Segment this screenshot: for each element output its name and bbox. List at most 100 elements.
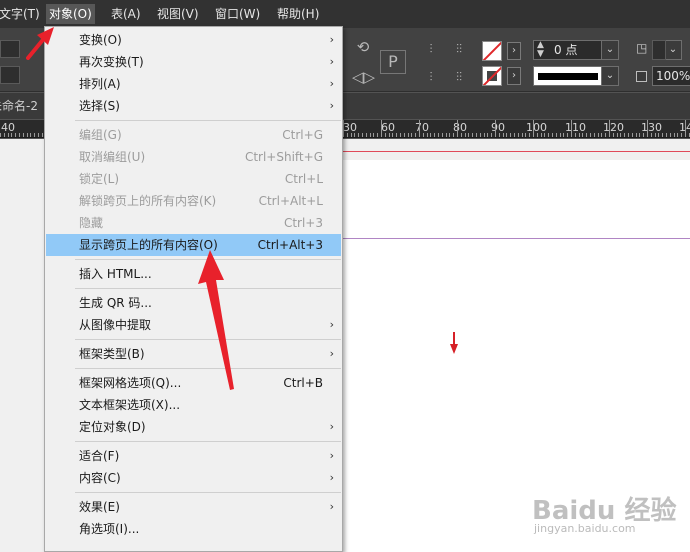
ruler-tick: [624, 133, 625, 137]
ruler-tick: [639, 133, 640, 137]
position-field[interactable]: [0, 66, 20, 84]
ruler-tick: [484, 133, 485, 137]
ruler-tick: [423, 133, 424, 137]
corner-options-icon[interactable]: ◳: [636, 42, 647, 54]
menu-separator: [75, 120, 341, 121]
menu-item[interactable]: 内容(C) ›: [46, 467, 341, 489]
ruler-tick: [518, 133, 519, 137]
align-top-icon[interactable]: ⫶: [420, 40, 442, 58]
auto-fit-checkbox[interactable]: [636, 71, 647, 82]
ruler-tick: [38, 133, 39, 137]
ruler-tick: [23, 133, 24, 137]
stepper-icon[interactable]: ▲ ▼: [537, 41, 544, 59]
ruler-tick: [582, 133, 583, 137]
zoom-field[interactable]: 100%: [652, 66, 690, 86]
ruler-tick: [0, 133, 1, 137]
ruler-tick: [579, 133, 580, 137]
ruler-tick: [571, 120, 572, 137]
menu-item[interactable]: 锁定(L) Ctrl+L: [46, 168, 341, 190]
menu-window[interactable]: 窗口(W): [212, 4, 263, 24]
menu-item-shortcut: Ctrl+3: [283, 216, 323, 230]
menu-item-label: 适合(F): [79, 449, 120, 463]
menu-item[interactable]: 排列(A) ›: [46, 73, 341, 95]
menu-item[interactable]: 隐藏 Ctrl+3: [46, 212, 341, 234]
chevron-right-icon: ›: [329, 500, 334, 513]
ruler-tick: [495, 120, 496, 137]
menu-item-label: 定位对象(D): [79, 420, 146, 434]
stroke-dropdown-icon[interactable]: ›: [507, 42, 521, 60]
text-wrap-icon[interactable]: P: [380, 50, 406, 74]
menu-table[interactable]: 表(A): [108, 4, 144, 24]
ruler-tick: [658, 133, 659, 137]
annotation-arrow-icon: [26, 27, 54, 60]
ruler-tick: [560, 133, 561, 137]
menu-item[interactable]: 解锁跨页上的所有内容(K) Ctrl+Alt+L: [46, 190, 341, 212]
ruler-tick: [548, 133, 549, 137]
ruler-tick: [354, 133, 355, 137]
menu-item[interactable]: 取消编组(U) Ctrl+Shift+G: [46, 146, 341, 168]
menu-item[interactable]: 定位对象(D) ›: [46, 416, 341, 438]
chevron-right-icon: ›: [329, 33, 334, 46]
ruler-tick: [434, 133, 435, 137]
ruler-tick: [4, 133, 5, 137]
ruler-tick: [461, 133, 462, 137]
align-middle-icon[interactable]: ⫶: [420, 68, 442, 86]
fill-dropdown-icon[interactable]: ›: [507, 67, 521, 85]
corner-size-field[interactable]: [652, 40, 666, 60]
ruler-tick: [404, 133, 405, 137]
distribute-icon[interactable]: ⫶⫶: [448, 40, 470, 58]
chevron-right-icon: ›: [329, 318, 334, 331]
ruler-tick: [522, 133, 523, 137]
stroke-swatch-icon[interactable]: [482, 41, 502, 61]
chevron-right-icon: ›: [329, 471, 334, 484]
menu-item[interactable]: 适合(F) ›: [46, 445, 341, 467]
ruler-tick: [674, 133, 675, 137]
menu-help[interactable]: 帮助(H): [274, 4, 322, 24]
menu-item[interactable]: 编组(G) Ctrl+G: [46, 124, 341, 146]
chevron-right-icon: ›: [329, 99, 334, 112]
reference-point-field[interactable]: [0, 40, 20, 58]
ruler-tick: [499, 133, 500, 137]
menu-view[interactable]: 视图(V): [154, 4, 202, 24]
ruler-tick: [525, 133, 526, 137]
menu-item-label: 隐藏: [79, 216, 104, 230]
menu-item[interactable]: 再次变换(T) ›: [46, 51, 341, 73]
document-tab[interactable]: 未命名-2: [0, 93, 38, 119]
ruler-tick: [598, 133, 599, 137]
ruler-tick: [586, 133, 587, 137]
ruler-tick: [457, 120, 458, 137]
fill-swatch-icon[interactable]: [482, 66, 502, 86]
menu-text[interactable]: 文字(T): [0, 4, 43, 24]
flip-icon[interactable]: ◁▷: [352, 68, 375, 86]
ruler-tick: [347, 133, 348, 137]
chevron-down-icon[interactable]: ⌄: [601, 40, 619, 60]
menu-item-label: 效果(E): [79, 500, 120, 514]
stroke-weight-value: 0 点: [554, 43, 578, 57]
ruler-tick: [529, 133, 530, 137]
menu-object[interactable]: 对象(O): [46, 4, 95, 24]
menu-item-label: 文本框架选项(X)...: [79, 398, 181, 412]
menu-item-shortcut: Ctrl+B: [283, 376, 323, 390]
menu-item-shortcut: Ctrl+L: [284, 172, 323, 186]
ruler-tick: [15, 133, 16, 137]
ruler-tick: [541, 133, 542, 137]
ruler-tick: [544, 133, 545, 137]
ruler-tick: [415, 133, 416, 137]
menu-item[interactable]: 效果(E) ›: [46, 496, 341, 518]
ruler-tick: [617, 133, 618, 137]
chevron-right-icon: ›: [329, 449, 334, 462]
rotate-icon[interactable]: ⟲: [352, 38, 374, 56]
menu-separator: [75, 492, 341, 493]
menu-item[interactable]: 变换(O) ›: [46, 29, 341, 51]
ruler-tick: [8, 133, 9, 137]
ruler-tick: [567, 133, 568, 137]
menu-item[interactable]: 文本框架选项(X)...: [46, 394, 341, 416]
ruler-tick: [643, 133, 644, 137]
chevron-down-icon[interactable]: ⌄: [601, 66, 619, 86]
chevron-down-icon[interactable]: ⌄: [664, 40, 682, 60]
ruler-tick: [34, 133, 35, 137]
watermark-site: jingyan.baidu.com: [534, 522, 636, 535]
distribute-spacing-icon[interactable]: ⫶⫶: [448, 68, 470, 86]
menu-item[interactable]: 角选项(I)...: [46, 518, 341, 540]
menu-item[interactable]: 选择(S) ›: [46, 95, 341, 117]
